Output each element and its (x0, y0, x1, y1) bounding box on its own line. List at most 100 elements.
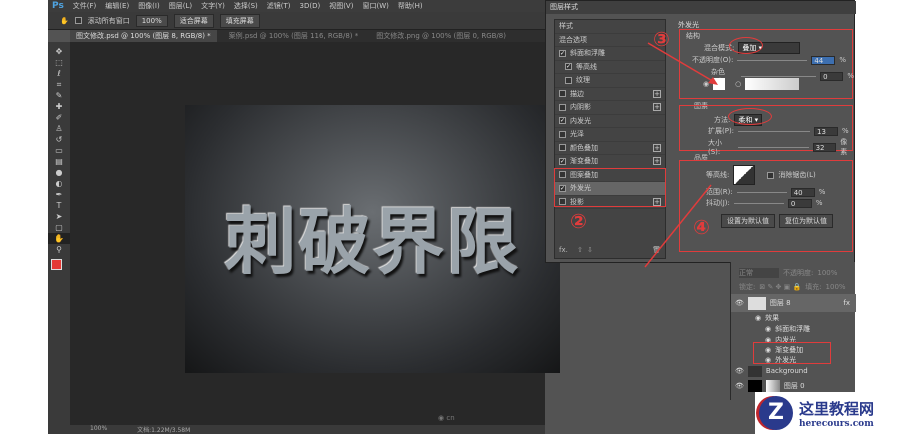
eyedropper-tool-icon[interactable]: ✎ (48, 90, 70, 101)
history-brush-icon[interactable]: ↺ (48, 134, 70, 145)
move-down-icon[interactable]: ⇩ (587, 246, 593, 254)
opacity-slider[interactable] (737, 59, 808, 61)
style-item[interactable]: ✓ 内发光 (555, 115, 665, 128)
layer-row-background[interactable]: 👁 Background (731, 364, 856, 378)
color-swatches[interactable] (48, 255, 70, 281)
gradient-tool-icon[interactable]: ▤ (48, 156, 70, 167)
scroll-all-checkbox[interactable] (74, 17, 82, 24)
spread-slider[interactable] (738, 130, 811, 132)
lock-icons[interactable]: ⊠ ✎ ✥ ▣ 🔒 (759, 283, 801, 291)
style-checkbox[interactable]: ✓ (559, 157, 566, 165)
hand-tool-icon[interactable]: ✋ (60, 17, 69, 25)
range-input[interactable]: 40 (790, 187, 815, 197)
dodge-tool-icon[interactable]: ◐ (48, 178, 70, 189)
fill-screen-button[interactable]: 填充屏幕 (219, 13, 260, 28)
style-checkbox[interactable] (559, 103, 566, 111)
antialias-checkbox[interactable] (767, 171, 775, 179)
style-item[interactable]: ✓ 渐变叠加 + (555, 155, 665, 169)
stamp-tool-icon[interactable]: ♙ (48, 123, 70, 134)
menu-select[interactable]: 选择(S) (234, 1, 258, 11)
fill-value[interactable]: 100% (826, 283, 846, 291)
size-slider[interactable] (737, 146, 809, 148)
path-select-icon[interactable]: ➤ (48, 211, 70, 222)
menu-filter[interactable]: 滤镜(T) (267, 1, 291, 11)
artwork-canvas[interactable]: 刺破界限 (185, 105, 560, 373)
move-up-icon[interactable]: ⇧ (577, 246, 583, 254)
move-tool-icon[interactable]: ✥ (48, 46, 70, 57)
status-zoom[interactable]: 100% (90, 425, 107, 434)
menu-file[interactable]: 文件(F) (73, 1, 97, 11)
zoom-100-button[interactable]: 100% (135, 14, 168, 27)
effects-row[interactable]: ◉ 效果 (731, 313, 856, 323)
eye-icon[interactable]: ◉ (755, 314, 761, 322)
menu-window[interactable]: 窗口(W) (362, 1, 388, 11)
shape-tool-icon[interactable]: ▢ (48, 222, 70, 233)
blur-tool-icon[interactable]: ● (48, 167, 70, 178)
style-checkbox[interactable] (559, 130, 566, 138)
style-checkbox[interactable]: ✓ (559, 49, 566, 57)
menu-layer[interactable]: 图层(L) (169, 1, 192, 11)
style-item[interactable]: 内阴影 + (555, 101, 665, 115)
noise-input[interactable]: 0 (820, 71, 844, 81)
zoom-tool-icon[interactable]: ⚲ (48, 244, 70, 255)
add-style-icon[interactable]: + (653, 143, 661, 152)
layer-row-8[interactable]: 👁 图层 8 fx (731, 294, 856, 312)
marquee-tool-icon[interactable]: ⬚ (48, 57, 70, 68)
style-checkbox[interactable] (559, 90, 566, 98)
menu-view[interactable]: 视图(V) (329, 1, 353, 11)
noise-slider[interactable] (741, 75, 817, 77)
jitter-input[interactable]: 0 (787, 198, 812, 208)
type-tool-icon[interactable]: T (48, 200, 70, 211)
menu-edit[interactable]: 编辑(E) (105, 1, 129, 11)
menu-type[interactable]: 文字(Y) (201, 1, 225, 11)
foreground-color[interactable] (51, 259, 62, 270)
menu-help[interactable]: 帮助(H) (398, 1, 423, 11)
add-style-icon[interactable]: + (653, 157, 661, 166)
opacity-input[interactable]: 44 (811, 55, 836, 65)
logo-z-icon: Z (759, 396, 793, 430)
eye-icon[interactable]: 👁 (735, 367, 744, 375)
crop-tool-icon[interactable]: ⌗ (48, 79, 70, 90)
style-checkbox[interactable] (559, 144, 566, 152)
eye-icon[interactable]: ◉ (765, 325, 771, 333)
reset-default-button[interactable]: 复位为默认值 (779, 214, 833, 228)
add-style-icon[interactable]: + (653, 103, 661, 112)
fx-icon[interactable]: fx (843, 299, 850, 307)
tab-doc-2[interactable]: 案例.psd @ 100% (图层 116, RGB/8) * (223, 30, 365, 42)
style-item-label: 内阴影 (570, 103, 591, 112)
eraser-tool-icon[interactable]: ▭ (48, 145, 70, 156)
pen-tool-icon[interactable]: ✒ (48, 189, 70, 200)
eye-icon[interactable]: 👁 (735, 382, 744, 390)
eye-icon[interactable]: 👁 (735, 299, 744, 307)
range-slider[interactable] (736, 191, 787, 193)
styles-header[interactable]: 样式 (555, 20, 665, 34)
tab-doc-3[interactable]: 图文修改.png @ 100% (图层 0, RGB/8) (370, 30, 512, 42)
contour-picker[interactable] (733, 165, 756, 185)
glow-gradient-swatch[interactable] (745, 78, 800, 90)
fit-screen-button[interactable]: 适合屏幕 (173, 13, 214, 28)
brush-tool-icon[interactable]: ✐ (48, 112, 70, 123)
healing-tool-icon[interactable]: ✚ (48, 101, 70, 112)
structure-title: 结构 (686, 32, 700, 40)
style-item[interactable]: 颜色叠加 + (555, 142, 665, 155)
layer-opacity-value[interactable]: 100% (817, 269, 837, 277)
style-checkbox[interactable]: ✓ (559, 117, 566, 125)
style-checkbox[interactable]: ✓ (565, 63, 572, 71)
lasso-tool-icon[interactable]: ℓ (48, 68, 70, 79)
site-url[interactable]: herecours.com (799, 419, 874, 429)
spread-input[interactable]: 13 (814, 126, 839, 136)
menu-3d[interactable]: 3D(D) (300, 2, 321, 10)
size-input[interactable]: 32 (812, 142, 837, 152)
style-item[interactable]: 光泽 (555, 128, 665, 142)
tab-doc-1[interactable]: 图文修改.psd @ 100% (图层 8, RGB/8) * (70, 30, 217, 42)
style-checkbox[interactable] (565, 76, 572, 84)
jitter-slider[interactable] (733, 202, 784, 204)
fx-menu-button[interactable]: fx. (559, 246, 568, 254)
effect-row[interactable]: ◉ 斜面和浮雕 (731, 324, 856, 334)
hand-tool-icon[interactable]: ✋ (48, 233, 70, 244)
gradient-radio[interactable]: ○ (735, 80, 741, 88)
menu-image[interactable]: 图像(I) (138, 1, 160, 11)
blend-mode-dropdown[interactable]: 正常 (739, 268, 779, 278)
jitter-unit: % (815, 199, 823, 207)
set-default-button[interactable]: 设置为默认值 (721, 214, 775, 228)
